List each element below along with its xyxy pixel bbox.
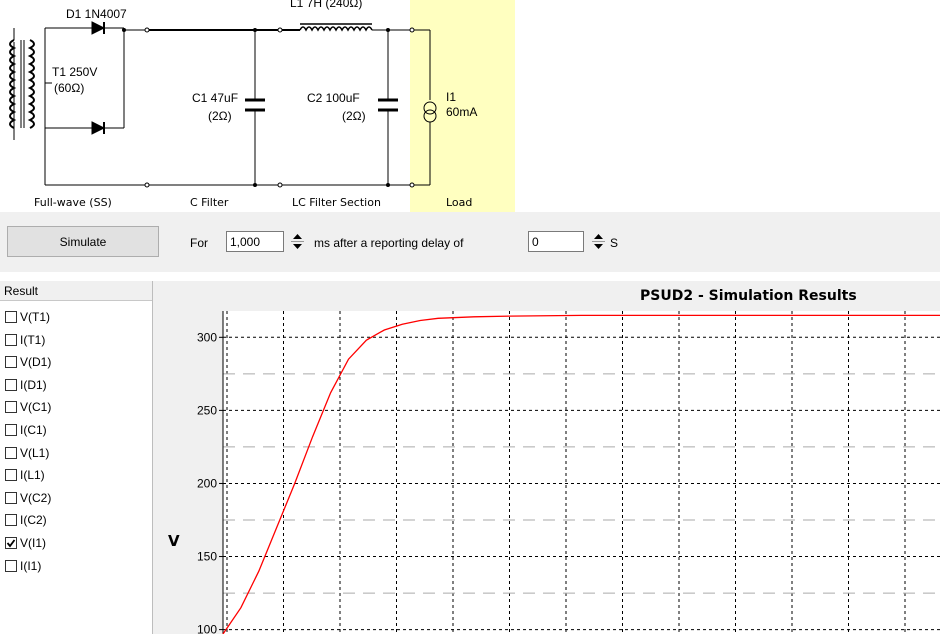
c1-label-2: (2Ω) [208, 109, 232, 123]
result-item-label: I(T1) [20, 332, 46, 347]
spinner-arrows-icon [291, 234, 304, 249]
y-tick-label: 300 [197, 330, 217, 344]
chart-title: PSUD2 - Simulation Results [640, 288, 857, 304]
result-checkbox[interactable] [5, 446, 17, 459]
seconds-label: S [610, 236, 619, 250]
result-item-vl1[interactable]: V(L1) [5, 443, 49, 463]
result-checkbox[interactable] [5, 378, 17, 391]
t1-label-2: (60Ω) [54, 81, 85, 95]
y-tick-label: 100 [197, 623, 217, 634]
result-item-ic1[interactable]: I(C1) [5, 420, 47, 440]
result-item-vc2[interactable]: V(C2) [5, 488, 51, 508]
result-item-label: V(T1) [20, 310, 50, 324]
i1-label-1: I1 [446, 90, 457, 104]
result-checkbox[interactable] [5, 559, 17, 572]
result-item-label: I(C1) [20, 423, 47, 437]
i1-label-2: 60mA [446, 105, 478, 119]
result-item-ic2[interactable]: I(C2) [5, 510, 47, 530]
y-tick-label: 150 [197, 550, 217, 564]
l1-label: L1 7H (240Ω) [290, 0, 363, 10]
c1-label-1: C1 47uF [192, 91, 239, 105]
y-axis-label: V [168, 532, 180, 550]
simulate-button[interactable]: Simulate [7, 226, 159, 257]
result-checkbox[interactable] [5, 356, 17, 369]
section-label-lc-filter: LC Filter Section [292, 196, 381, 209]
delay-input[interactable] [528, 231, 584, 252]
result-list-header: Result [0, 281, 152, 301]
result-checkbox[interactable] [5, 514, 17, 527]
spinner-arrows-icon [592, 234, 605, 249]
result-item-vd1[interactable]: V(D1) [5, 352, 51, 372]
result-item-label: I(D1) [20, 377, 47, 392]
y-tick-label: 200 [197, 476, 217, 490]
duration-input[interactable] [226, 231, 284, 252]
duration-spinner[interactable] [289, 231, 306, 252]
result-item-id1[interactable]: I(D1) [5, 375, 47, 395]
voltage-chart: 100 150 200 250 300 [197, 311, 940, 634]
result-item-vi1[interactable]: V(I1) [5, 533, 46, 553]
result-item-label: V(L1) [20, 445, 50, 460]
section-label-c-filter: C Filter [190, 196, 229, 209]
result-item-label: I(L1) [20, 468, 45, 483]
result-item-vt1[interactable]: V(T1) [5, 307, 50, 327]
d1-label: D1 1N4007 [66, 7, 127, 21]
checkmark-icon [6, 539, 16, 548]
circuit-schematic: D1 1N4007 L1 7H (240Ω) T1 250V (60Ω) C1 … [0, 0, 940, 212]
result-checkbox[interactable] [5, 424, 17, 436]
result-item-ii1[interactable]: I(I1) [5, 556, 41, 576]
result-item-il1[interactable]: I(L1) [5, 465, 45, 485]
result-item-label: V(C2) [20, 490, 52, 505]
for-label: For [190, 236, 208, 250]
result-checkbox[interactable] [5, 537, 17, 549]
section-label-fullwave: Full-wave (SS) [34, 196, 112, 209]
result-item-label: I(I1) [20, 558, 42, 573]
t1-label-1: T1 250V [52, 65, 98, 79]
result-checkbox[interactable] [5, 491, 17, 504]
result-item-it1[interactable]: I(T1) [5, 330, 45, 350]
ms-delay-label: ms after a reporting delay of [314, 236, 464, 250]
result-item-label: V(C1) [20, 400, 52, 415]
y-tick-label: 250 [197, 403, 217, 417]
result-item-vc1[interactable]: V(C1) [5, 397, 51, 417]
c2-label-2: (2Ω) [342, 109, 366, 123]
result-checkbox[interactable] [5, 401, 17, 414]
section-label-load: Load [446, 196, 473, 209]
result-item-label: V(D1) [20, 355, 52, 370]
result-checkbox[interactable] [5, 311, 17, 323]
result-item-label: I(C2) [20, 513, 47, 528]
plot-background [223, 311, 940, 634]
delay-spinner[interactable] [590, 231, 607, 252]
result-checkbox[interactable] [5, 333, 17, 346]
c2-label-1: C2 100uF [307, 91, 360, 105]
result-checkbox[interactable] [5, 469, 17, 482]
result-item-label: V(I1) [20, 536, 47, 550]
